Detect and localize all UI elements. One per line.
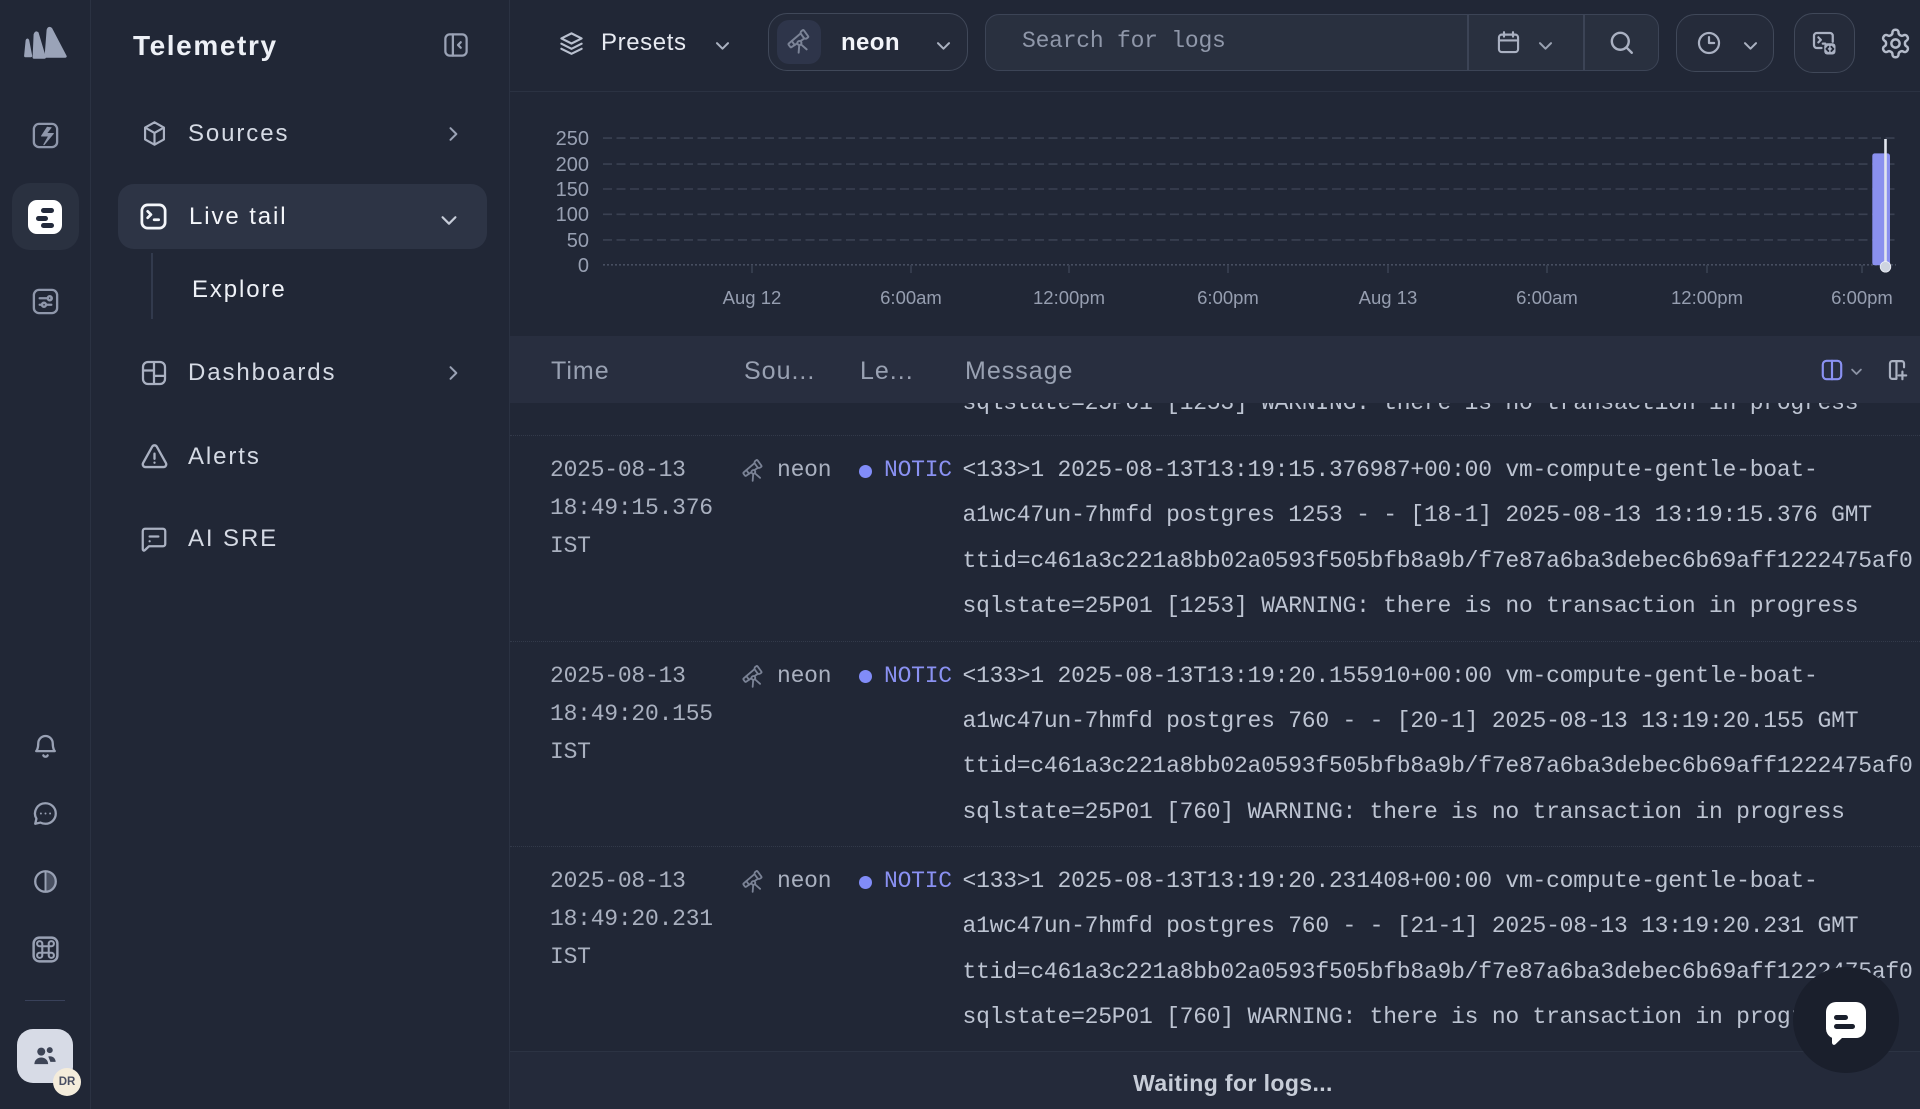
svg-text:6:00am: 6:00am [1516,287,1578,308]
svg-text:12:00pm: 12:00pm [1671,287,1743,308]
svg-text:Aug 12: Aug 12 [723,287,782,308]
svg-text:150: 150 [556,179,589,201]
svg-text:6:00pm: 6:00pm [1831,287,1893,308]
svg-text:Aug 13: Aug 13 [1359,287,1418,308]
svg-text:250: 250 [556,128,589,150]
svg-text:200: 200 [556,154,589,176]
svg-text:6:00am: 6:00am [880,287,942,308]
svg-text:100: 100 [556,204,589,226]
svg-text:12:00pm: 12:00pm [1033,287,1105,308]
svg-text:50: 50 [567,230,589,252]
svg-text:6:00pm: 6:00pm [1197,287,1259,308]
svg-text:0: 0 [578,255,589,277]
